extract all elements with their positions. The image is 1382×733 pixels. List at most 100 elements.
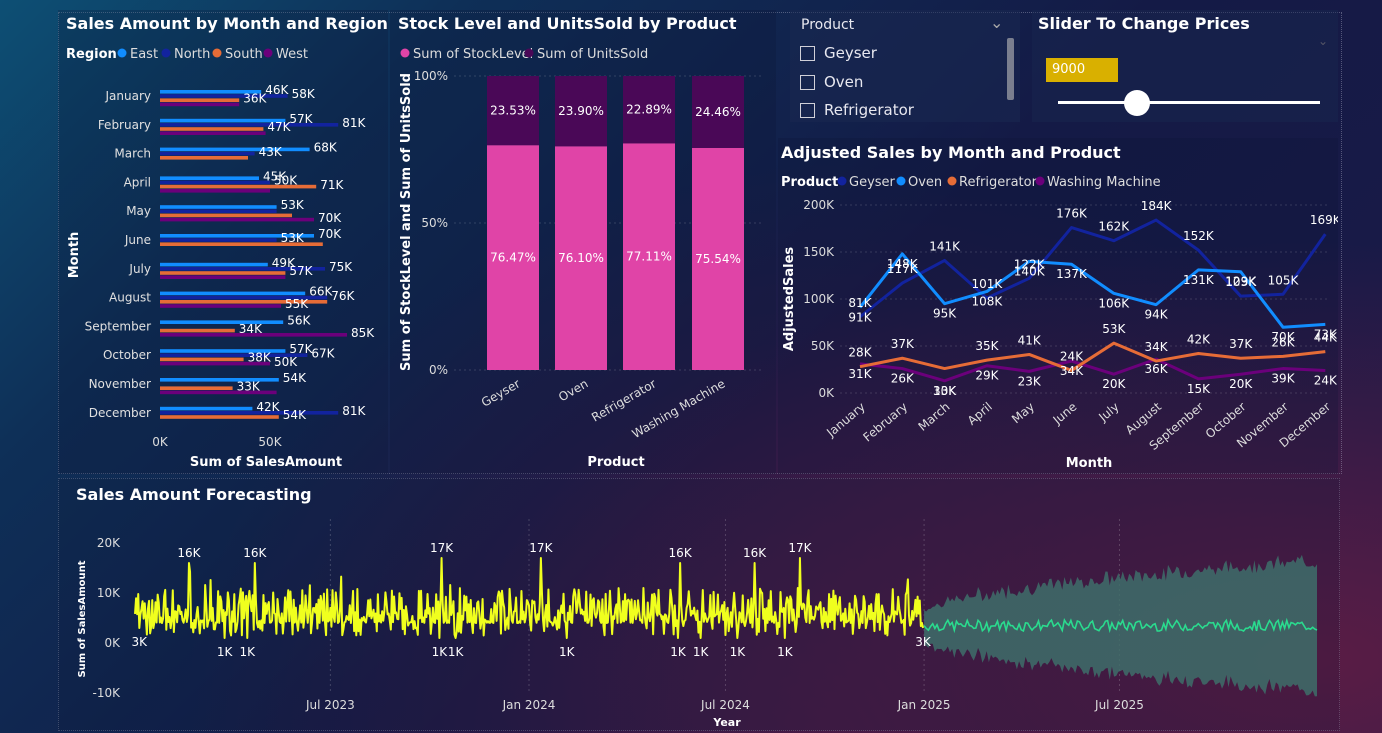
chevron-down-icon[interactable]: ⌄ (990, 13, 1003, 32)
line-data-label: 37K (1229, 337, 1253, 351)
region-bar-chart: Region East North South West January February M… (66, 47, 375, 470)
forecast-data-label: 1K (240, 645, 257, 659)
bar-data-label: 34K (239, 322, 263, 336)
series-line-oven (858, 252, 1326, 329)
adjusted-panel: Adjusted Sales by Month and Product Prod… (778, 138, 1338, 474)
region-bar (160, 415, 279, 419)
region-bar (160, 131, 266, 135)
series-line-washing-machine (859, 357, 1326, 383)
checkbox-icon[interactable] (800, 45, 815, 61)
line-data-label: 169K (1310, 213, 1338, 227)
legend-title: Product (781, 175, 838, 190)
slider-value-box[interactable]: 9000 (1046, 58, 1118, 82)
slicer-scrollbar[interactable] (1007, 38, 1014, 100)
y-tick-label: 50K (811, 339, 835, 353)
legend-title: Region (66, 47, 117, 62)
legend-marker (212, 48, 222, 58)
legend-label: South (225, 47, 263, 62)
line-data-label: 20K (1102, 377, 1126, 391)
forecast-data-label: 16K (669, 546, 693, 560)
month-tick-label: March (114, 147, 151, 161)
line-data-label: 15K (1187, 382, 1211, 396)
region-bar (160, 328, 235, 333)
bar-data-label: 70K (318, 227, 342, 241)
slicer-item-oven[interactable]: Oven (800, 73, 863, 91)
line-data-label: 35K (975, 339, 999, 353)
line-data-label: 140K (1014, 264, 1046, 278)
line-data-label: 184K (1141, 199, 1173, 213)
y-tick-label: 10K (97, 586, 121, 600)
bar-data-label: 33K (237, 379, 261, 393)
line-data-label: 91K (848, 310, 872, 324)
y-tick-label: 20K (97, 536, 121, 550)
line-data-label: 30K (933, 384, 957, 398)
bar-data-label: 81K (342, 116, 366, 130)
forecast-data-label: 16K (243, 546, 267, 560)
x-tick-label: Oven (556, 376, 590, 404)
line-data-label: 53K (1102, 322, 1126, 336)
x-axis-title: Month (1066, 456, 1113, 471)
bar-data-label: 67K (311, 346, 335, 360)
forecast-data-label: 17K (430, 541, 454, 555)
x-tick-label: April (965, 400, 995, 428)
x-tick-label: June (1050, 400, 1080, 428)
checkbox-icon[interactable] (800, 74, 815, 90)
forecast-data-label: 1K (693, 645, 710, 659)
checkbox-icon[interactable] (800, 102, 815, 118)
region-bar (160, 378, 279, 382)
bar-data-label: 77.11% (626, 250, 672, 264)
line-data-label: 105K (1268, 273, 1300, 287)
slider-value: 9000 (1052, 62, 1086, 77)
slider-track[interactable] (1058, 101, 1320, 104)
bar-data-label: 23.90% (558, 104, 604, 118)
line-data-label: 152K (1183, 229, 1215, 243)
chevron-down-icon[interactable]: ⌄ (1318, 34, 1328, 48)
forecast-data-label: 16K (177, 546, 201, 560)
bar-data-label: 50K (274, 355, 298, 369)
x-axis-title: Year (712, 716, 741, 729)
bar-data-label: 42K (256, 400, 280, 414)
slicer-item-refrigerator[interactable]: Refrigerator (800, 101, 914, 119)
bar-data-label: 76.47% (490, 251, 536, 265)
bar-data-label: 81K (342, 404, 366, 418)
month-tick-label: September (85, 319, 151, 333)
x-tick-label: Jul 2025 (1094, 698, 1144, 712)
region-bar (160, 411, 339, 415)
y-tick-label: 100K (803, 292, 835, 306)
region-bar (160, 156, 248, 160)
product-slicer[interactable]: Product ⌄ Geyser Oven Refrigerator (790, 10, 1020, 122)
bar-data-label: 75.54% (695, 252, 741, 266)
forecast-data-label: 17K (529, 541, 553, 555)
slicer-item-label: Refrigerator (824, 101, 914, 119)
bar-data-label: 54K (283, 371, 307, 385)
bar-data-label: 24.46% (695, 105, 741, 119)
region-bar (160, 275, 286, 279)
line-data-label: 28K (848, 346, 872, 360)
region-bar (160, 176, 259, 180)
line-data-label: 148K (887, 257, 919, 271)
slider-title: Slider To Change Prices (1038, 14, 1250, 33)
line-data-label: 37K (891, 337, 915, 351)
line-data-label: 23K (1018, 374, 1042, 388)
region-bar (160, 205, 277, 209)
region-bar (160, 406, 253, 411)
forecast-data-label: 3K (132, 635, 149, 649)
region-bar (160, 102, 240, 107)
y-tick-label: 50% (421, 216, 448, 230)
x-tick-label: Jul 2023 (305, 698, 355, 712)
line-data-label: 162K (1098, 220, 1130, 234)
slicer-item-geyser[interactable]: Geyser (800, 44, 877, 62)
slider-handle[interactable] (1123, 90, 1150, 116)
bar-data-label: 57K (289, 264, 313, 278)
stock-stacked-chart: Sum of StockLevel Sum of UnitsSold 0% 50% 10… (399, 47, 762, 470)
legend-marker (117, 48, 127, 58)
region-bar (160, 262, 268, 267)
x-tick-label: 50K (258, 435, 282, 449)
month-tick-label: May (126, 204, 151, 218)
legend-label: Washing Machine (1047, 175, 1161, 190)
region-bar (160, 320, 284, 324)
line-data-label: 129K (1225, 275, 1257, 289)
stock-panel: Stock Level and UnitsSold by Product Sum… (390, 10, 776, 474)
region-bar (160, 98, 240, 102)
x-tick-label: July (1095, 400, 1121, 425)
